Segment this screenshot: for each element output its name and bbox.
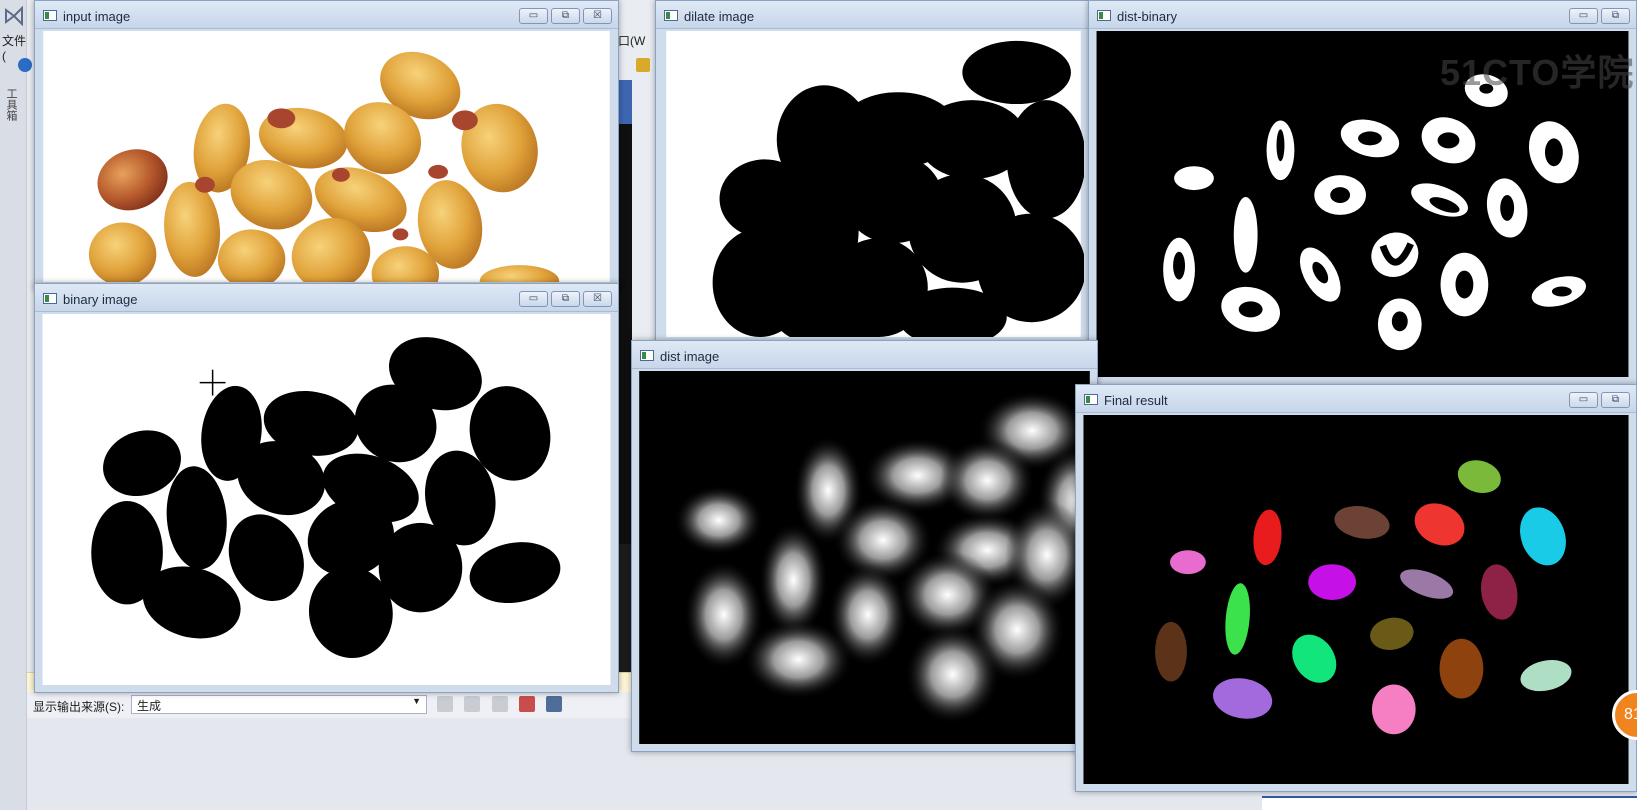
binary-image-canvas	[42, 314, 611, 685]
chevron-down-icon: ▼	[412, 696, 421, 706]
close-button[interactable]: ☒	[583, 291, 612, 307]
window-titlebar[interactable]: binary image ▭ ⧉ ☒	[35, 284, 618, 312]
segment-6	[1170, 550, 1206, 575]
minimize-button[interactable]: ▭	[519, 291, 548, 307]
minimize-button[interactable]: ▭	[1569, 8, 1598, 24]
dilate-image-canvas	[666, 31, 1084, 337]
close-button[interactable]: ☒	[583, 8, 612, 24]
minimize-button[interactable]: ▭	[1569, 392, 1598, 408]
maximize-button[interactable]: ⧉	[551, 291, 580, 307]
goto-next-icon[interactable]	[464, 696, 481, 712]
window-title: input image	[63, 9, 131, 24]
ide-status-area	[1262, 796, 1637, 810]
window-binary-image[interactable]: binary image ▭ ⧉ ☒	[34, 283, 619, 693]
segment-11	[1155, 621, 1187, 682]
window-title: binary image	[63, 292, 138, 307]
window-dist-image[interactable]: dist image	[631, 340, 1098, 752]
image-view[interactable]	[42, 314, 611, 685]
window-final-result[interactable]: Final result ▭ ⧉	[1075, 384, 1637, 792]
segment-14	[1439, 638, 1484, 699]
maximize-button[interactable]: ⧉	[1601, 8, 1630, 24]
output-source-value: 生成	[137, 699, 162, 713]
window-titlebar[interactable]: dist image	[632, 341, 1097, 369]
watermark-logo: 51CTO学院	[1440, 52, 1635, 93]
back-icon[interactable]	[18, 58, 32, 72]
ide-left-strip: 文件( 工具箱	[0, 0, 32, 810]
output-source-select[interactable]: 生成 ▼	[131, 695, 427, 714]
goto-previous-icon[interactable]	[437, 696, 453, 712]
window-title: dist-binary	[1117, 9, 1177, 24]
window-app-icon	[43, 10, 57, 21]
image-view[interactable]	[1083, 415, 1629, 784]
window-title: dilate image	[684, 9, 755, 24]
distance-transform-canvas	[639, 371, 1090, 744]
visual-studio-logo-icon	[5, 5, 23, 26]
output-tools	[437, 696, 570, 715]
window-app-icon	[1084, 394, 1098, 405]
window-input-image[interactable]: input image ▭ ⧉ ☒	[34, 0, 619, 290]
window-title: Final result	[1104, 393, 1168, 408]
segment-16	[1371, 684, 1416, 735]
corn-kernels-photo	[43, 31, 610, 282]
find-icon[interactable]	[491, 696, 508, 712]
window-titlebar[interactable]: dist-binary ▭ ⧉	[1089, 1, 1636, 29]
maximize-button[interactable]: ⧉	[1601, 392, 1630, 408]
window-title: dist image	[660, 349, 720, 364]
output-source-label: 显示输出来源(S):	[33, 700, 125, 714]
window-titlebar[interactable]: dilate image	[656, 1, 1091, 29]
image-view[interactable]	[663, 31, 1084, 337]
maximize-button[interactable]: ⧉	[551, 8, 580, 24]
toolbar-folder-icon[interactable]	[636, 58, 650, 72]
output-panel-toolbar: 显示输出来源(S): 生成 ▼	[27, 692, 633, 718]
ide-side-tab-toolbox[interactable]: 工具箱	[4, 88, 17, 121]
window-app-icon	[1097, 10, 1111, 21]
window-app-icon	[664, 10, 678, 21]
window-titlebar[interactable]: Final result ▭ ⧉	[1076, 385, 1636, 413]
image-view[interactable]	[42, 31, 611, 282]
window-app-icon	[640, 350, 654, 361]
minimize-button[interactable]: ▭	[519, 8, 548, 24]
window-titlebar[interactable]: input image ▭ ⧉ ☒	[35, 1, 618, 29]
window-app-icon	[43, 293, 57, 304]
final-result-canvas	[1083, 415, 1629, 784]
clear-all-icon[interactable]	[519, 696, 536, 712]
window-dilate-image[interactable]: dilate image	[655, 0, 1092, 345]
image-view[interactable]	[639, 371, 1090, 744]
word-wrap-icon[interactable]	[546, 696, 563, 712]
segment-7	[1308, 564, 1356, 600]
